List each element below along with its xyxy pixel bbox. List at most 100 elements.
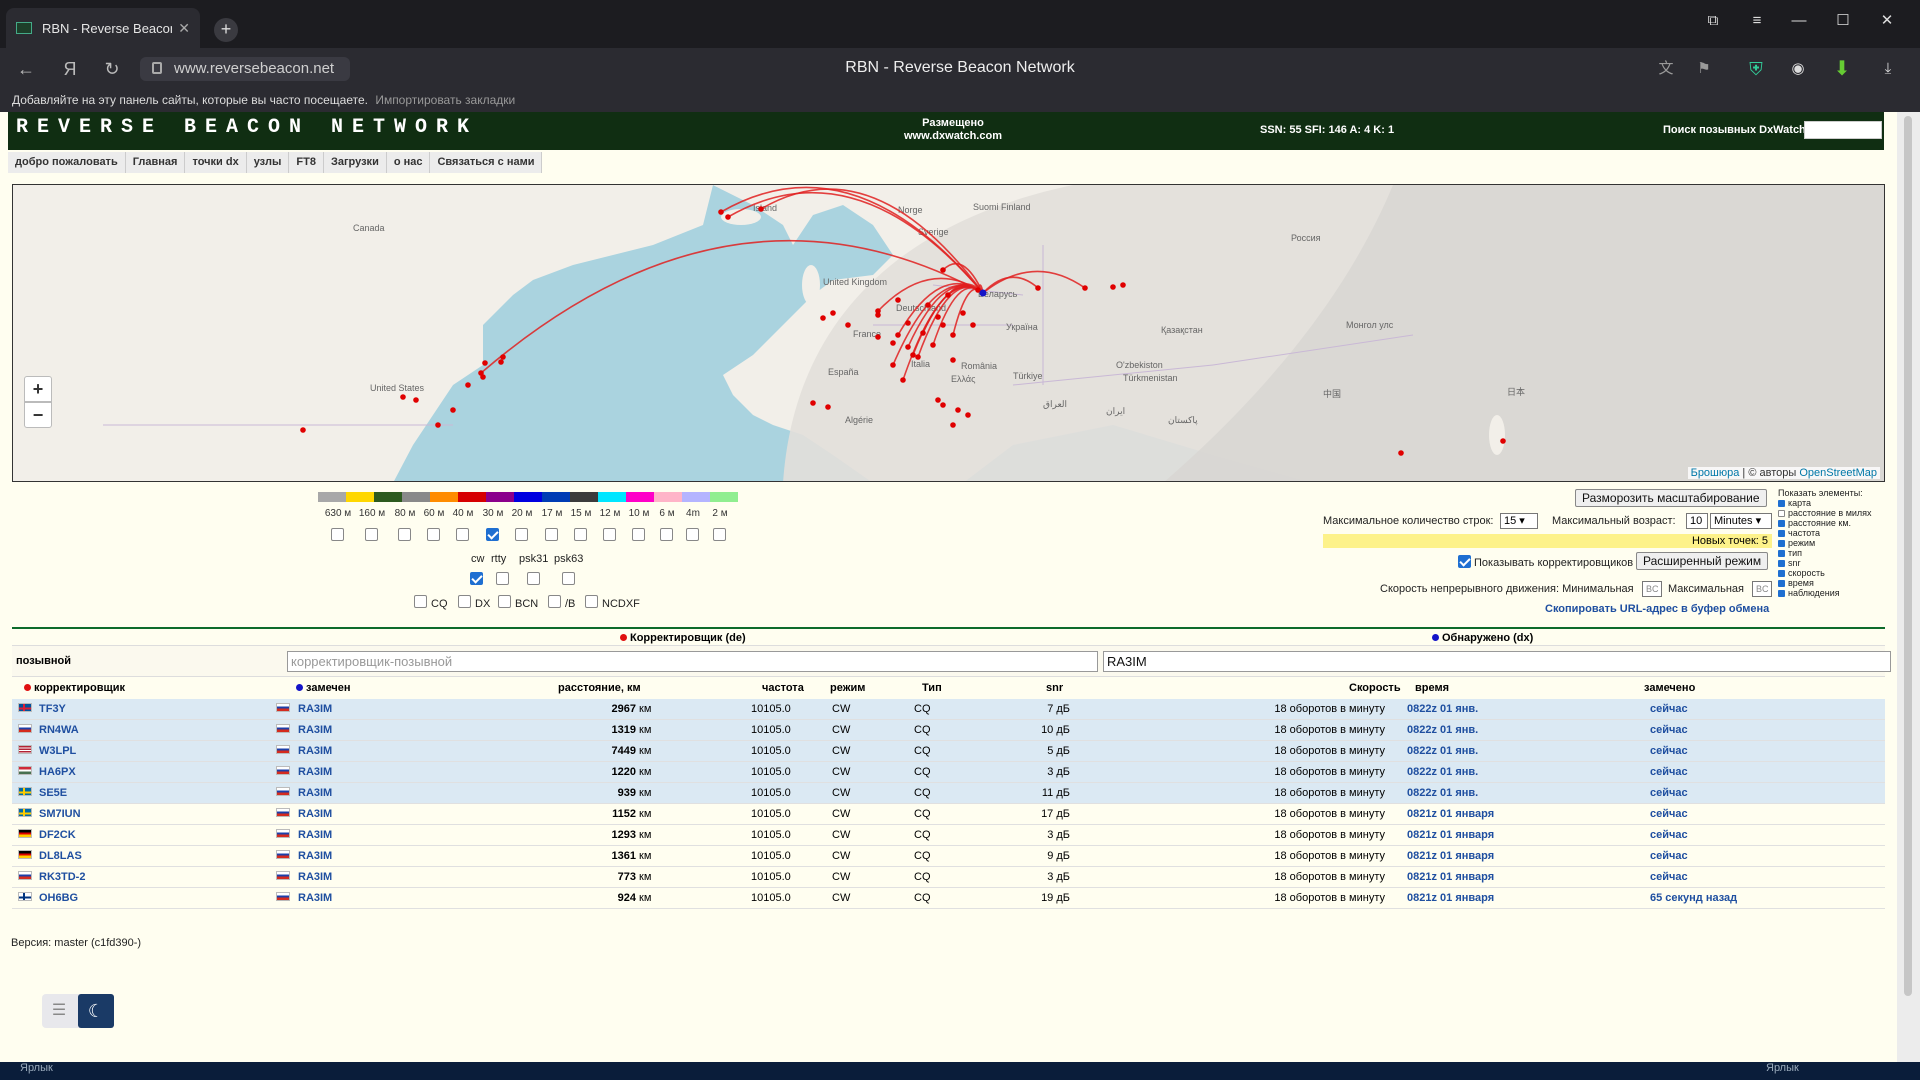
skimmer-marker[interactable] (890, 362, 896, 368)
type-checkbox[interactable] (458, 595, 471, 608)
band-checkbox[interactable] (574, 528, 587, 541)
time-value[interactable]: 0822z 01 янв. (1407, 724, 1478, 736)
spotter-callsign-link[interactable]: W3LPL (39, 745, 76, 757)
show-element-option[interactable]: время (1778, 578, 1886, 588)
time-value[interactable]: 0821z 01 января (1407, 808, 1494, 820)
type-checkbox[interactable] (548, 595, 561, 608)
spotter-callsign-link[interactable]: TF3Y (39, 703, 66, 715)
skimmer-marker[interactable] (960, 310, 966, 316)
time-value[interactable]: 0822z 01 янв. (1407, 766, 1478, 778)
skimmer-marker[interactable] (935, 314, 941, 320)
band-checkbox[interactable] (365, 528, 378, 541)
skimmer-marker[interactable] (970, 322, 976, 328)
skimmer-marker[interactable] (895, 332, 901, 338)
skimmer-marker[interactable] (910, 352, 916, 358)
menu-item-1[interactable]: Главная (126, 152, 186, 173)
skimmer-marker[interactable] (965, 412, 971, 418)
scroll-max-input[interactable]: BC (1752, 581, 1772, 597)
spotted-station-marker[interactable] (979, 289, 987, 297)
skimmer-marker[interactable] (830, 310, 836, 316)
skimmer-marker[interactable] (875, 334, 881, 340)
time-value[interactable]: 0821z 01 января (1407, 871, 1494, 883)
skimmer-marker[interactable] (925, 302, 931, 308)
skimmer-marker[interactable] (718, 209, 724, 215)
band-checkbox[interactable] (486, 528, 499, 541)
show-element-checkbox[interactable] (1778, 589, 1785, 597)
spotter-callsign-link[interactable]: SE5E (39, 787, 67, 799)
column-header-0[interactable]: корректировщик (24, 682, 125, 694)
show-element-checkbox[interactable] (1778, 509, 1785, 517)
spotter-callsign-link[interactable]: OH6BG (39, 892, 78, 904)
bookmark-icon[interactable]: ⚑ (1692, 58, 1716, 80)
menu-item-5[interactable]: Загрузки (324, 152, 387, 173)
show-element-option[interactable]: snr (1778, 558, 1886, 568)
skimmer-marker[interactable] (905, 344, 911, 350)
time-value[interactable]: 0822z 01 янв. (1407, 787, 1478, 799)
skimmer-marker[interactable] (955, 407, 961, 413)
column-header-9[interactable]: замечено (1644, 682, 1695, 694)
skimmer-marker[interactable] (950, 422, 956, 428)
zoom-out-button[interactable]: − (24, 402, 52, 428)
mode-checkbox[interactable] (527, 572, 540, 585)
skimmer-marker[interactable] (825, 404, 831, 410)
mode-checkbox[interactable] (562, 572, 575, 585)
skimmer-marker[interactable] (950, 332, 956, 338)
show-element-option[interactable]: наблюдения (1778, 588, 1886, 598)
skimmer-marker[interactable] (845, 322, 851, 328)
menu-item-2[interactable]: точки dx (185, 152, 247, 173)
type-checkbox[interactable] (414, 595, 427, 608)
spotter-callsign-link[interactable]: DL8LAS (39, 850, 82, 862)
spotted-callsign-link[interactable]: RA3IM (298, 703, 332, 715)
show-element-checkbox[interactable] (1778, 499, 1785, 507)
close-window-button[interactable]: ✕ (1872, 10, 1902, 32)
skimmer-marker[interactable] (758, 206, 764, 212)
skimmer-marker[interactable] (725, 214, 731, 220)
new-tab-button[interactable]: + (214, 18, 238, 42)
skimmer-marker[interactable] (930, 342, 936, 348)
table-row[interactable]: DF2CK RA3IM 1293 км 10105.0 CW CQ 3 дБ 18 оборот… (12, 825, 1885, 846)
spotter-callsign-link[interactable]: RK3TD-2 (39, 871, 85, 883)
menu-item-6[interactable]: о нас (387, 152, 431, 173)
protect-shield-icon[interactable]: ⛨ (1744, 58, 1768, 80)
advanced-mode-button[interactable]: Расширенный режим (1636, 552, 1769, 570)
table-row[interactable]: OH6BG RA3IM 924 км 10105.0 CW CQ 19 дБ 18 оборот… (12, 888, 1885, 909)
column-header-3[interactable]: частота (762, 682, 804, 694)
menu-item-4[interactable]: FT8 (289, 152, 324, 173)
skimmer-marker[interactable] (500, 354, 506, 360)
type-checkbox[interactable] (585, 595, 598, 608)
browser-tab[interactable]: RBN - Reverse Beacon N ✕ (6, 8, 200, 48)
unfreeze-zoom-button[interactable]: Разморозить масштабирование (1575, 489, 1767, 507)
menu-item-0[interactable]: добро пожаловать (8, 152, 126, 173)
column-header-4[interactable]: режим (830, 682, 865, 694)
max-rows-select[interactable]: 15 ▾ (1500, 513, 1538, 529)
skimmer-marker[interactable] (890, 340, 896, 346)
skimmer-marker[interactable] (413, 397, 419, 403)
spotter-callsign-link[interactable]: DF2CK (39, 829, 76, 841)
show-element-checkbox[interactable] (1778, 529, 1785, 537)
skimmer-marker[interactable] (940, 322, 946, 328)
show-element-option[interactable]: режим (1778, 538, 1886, 548)
spotter-callsign-link[interactable]: SM7IUN (39, 808, 81, 820)
table-row[interactable]: DL8LAS RA3IM 1361 км 10105.0 CW CQ 9 дБ 18 оборо… (12, 846, 1885, 867)
band-checkbox[interactable] (545, 528, 558, 541)
extension-download-icon[interactable]: ⬇ (1830, 58, 1854, 80)
skimmer-marker[interactable] (450, 407, 456, 413)
copy-url-link[interactable]: Скопировать URL-адрес в буфер обмена (1545, 603, 1769, 615)
show-element-checkbox[interactable] (1778, 569, 1785, 577)
table-row[interactable]: SM7IUN RA3IM 1152 км 10105.0 CW CQ 17 дБ 18 обор… (12, 804, 1885, 825)
skimmer-marker[interactable] (945, 292, 951, 298)
show-element-checkbox[interactable] (1778, 549, 1785, 557)
spotted-callsign-input[interactable]: RA3IM (1103, 651, 1891, 672)
spotted-callsign-link[interactable]: RA3IM (298, 745, 332, 757)
time-value[interactable]: 0822z 01 янв. (1407, 745, 1478, 757)
table-row[interactable]: HA6PX RA3IM 1220 км 10105.0 CW CQ 3 дБ 18 оборот… (12, 762, 1885, 783)
menu-item-3[interactable]: узлы (247, 152, 290, 173)
scroll-min-input[interactable]: BC (1642, 581, 1662, 597)
hosted-link[interactable]: www.dxwatch.com (868, 130, 1038, 143)
maximize-button[interactable]: ☐ (1828, 10, 1858, 32)
type-checkbox[interactable] (498, 595, 511, 608)
spotted-callsign-link[interactable]: RA3IM (298, 766, 332, 778)
skimmer-marker[interactable] (1500, 438, 1506, 444)
band-checkbox[interactable] (632, 528, 645, 541)
table-row[interactable]: W3LPL RA3IM 7449 км 10105.0 CW CQ 5 дБ 18 оборот… (12, 741, 1885, 762)
